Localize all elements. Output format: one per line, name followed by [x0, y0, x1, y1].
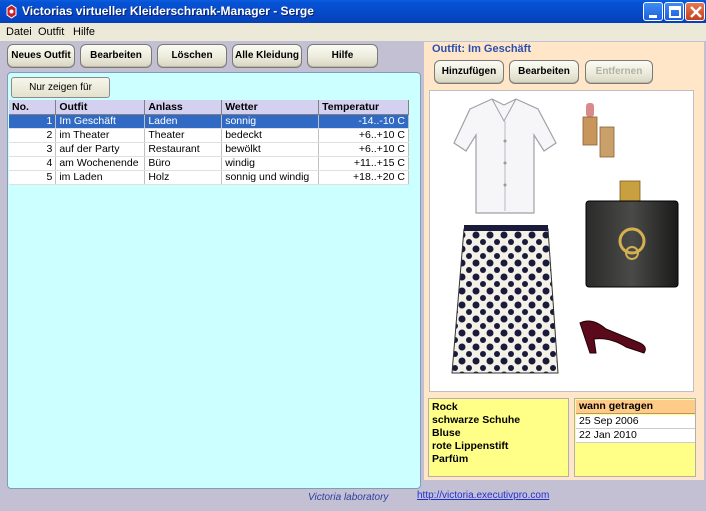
blouse-image	[453, 98, 557, 214]
table-row[interactable]: 1 Im Geschäft Laden sonnig -14..-10 C	[9, 114, 409, 129]
minimize-button[interactable]	[643, 2, 663, 21]
outfit-image	[429, 90, 694, 392]
add-item-button[interactable]: Hinzufügen	[434, 60, 504, 84]
close-icon	[690, 6, 702, 18]
cell-weather: sonnig	[221, 114, 320, 129]
column-header-no[interactable]: No.	[9, 100, 57, 115]
cell-occasion: Restaurant	[144, 142, 223, 157]
cell-outfit: im Laden	[55, 170, 146, 185]
delete-button[interactable]: Löschen	[157, 44, 227, 68]
cell-weather: windig	[221, 156, 320, 171]
table-row[interactable]: 3 auf der Party Restaurant bewölkt +6..+…	[9, 142, 409, 157]
menu-datei[interactable]: Datei	[6, 26, 32, 38]
list-item[interactable]: Rock	[432, 401, 458, 413]
table-row[interactable]: 5 im Laden Holz sonnig und windig +18..+…	[9, 170, 409, 185]
help-button[interactable]: Hilfe	[307, 44, 378, 68]
skirt-image	[451, 225, 559, 374]
cell-outfit: auf der Party	[55, 142, 146, 157]
edit-button[interactable]: Bearbeiten	[80, 44, 152, 68]
perfume-image	[585, 180, 679, 288]
cell-weather: bewölkt	[221, 142, 320, 157]
window-title: Victorias virtueller Kleiderschrank-Mana…	[22, 4, 314, 18]
column-header-outfit[interactable]: Outfit	[55, 100, 146, 115]
outfit-detail-title: Outfit: Im Geschäft	[432, 43, 532, 55]
cell-occasion: Holz	[144, 170, 223, 185]
cell-occasion: Büro	[144, 156, 223, 171]
cell-temperature: +18..+20 C	[318, 170, 409, 185]
cell-no: 4	[9, 156, 57, 171]
cell-no: 3	[9, 142, 57, 157]
list-item[interactable]: Parfüm	[432, 453, 468, 465]
cell-temperature: +6..+10 C	[318, 128, 409, 143]
maximize-icon	[669, 6, 681, 18]
lipstick-image	[582, 103, 615, 158]
cell-weather: bedeckt	[221, 128, 320, 143]
cell-temperature: +11..+15 C	[318, 156, 409, 171]
column-header-temperature[interactable]: Temperatur	[318, 100, 409, 115]
menu-outfit[interactable]: Outfit	[38, 26, 64, 38]
filter-button[interactable]: Nur zeigen für	[11, 77, 110, 98]
menu-hilfe[interactable]: Hilfe	[73, 26, 95, 38]
list-item[interactable]: Bluse	[432, 427, 461, 439]
close-button[interactable]	[685, 2, 705, 21]
outfit-table: No. Outfit Anlass Wetter Temperatur 1 Im…	[9, 100, 409, 185]
minimize-icon	[649, 15, 657, 18]
all-clothes-button[interactable]: Alle Kleidung	[232, 44, 302, 68]
menu-bar: Datei Outfit Hilfe	[0, 23, 706, 41]
table-header-row: No. Outfit Anlass Wetter Temperatur	[9, 100, 409, 115]
maximize-button[interactable]	[664, 2, 684, 21]
cell-temperature: +6..+10 C	[318, 142, 409, 157]
cell-no: 5	[9, 170, 57, 185]
shoe-image	[579, 320, 646, 354]
cell-occasion: Laden	[144, 114, 223, 129]
footer-url-link[interactable]: http://victoria.executivpro.com	[417, 490, 549, 501]
worn-date-row[interactable]: 22 Jan 2010	[576, 429, 695, 443]
outfit-items-list: Rock schwarze Schuhe Bluse rote Lippenst…	[428, 398, 569, 477]
worn-date-row[interactable]: 25 Sep 2006	[576, 415, 695, 429]
cell-occasion: Theater	[144, 128, 223, 143]
cell-no: 2	[9, 128, 57, 143]
table-row[interactable]: 2 im Theater Theater bedeckt +6..+10 C	[9, 128, 409, 143]
new-outfit-button[interactable]: Neues Outfit	[7, 44, 75, 68]
worn-dates-header: wann getragen	[576, 400, 695, 414]
cell-weather: sonnig und windig	[221, 170, 320, 185]
list-item[interactable]: rote Lippenstift	[432, 440, 508, 452]
list-item[interactable]: schwarze Schuhe	[432, 414, 520, 426]
cell-outfit: im Theater	[55, 128, 146, 143]
cell-temperature: -14..-10 C	[318, 114, 409, 129]
table-row[interactable]: 4 am Wochenende Büro windig +11..+15 C	[9, 156, 409, 171]
remove-item-button[interactable]: Entfernen	[585, 60, 653, 84]
cell-no: 1	[9, 114, 57, 129]
app-icon	[6, 4, 17, 19]
cell-outfit: am Wochenende	[55, 156, 146, 171]
cell-outfit: Im Geschäft	[55, 114, 146, 129]
title-bar: Victorias virtueller Kleiderschrank-Mana…	[0, 0, 706, 23]
column-header-occasion[interactable]: Anlass	[144, 100, 223, 115]
worn-dates-table: wann getragen 25 Sep 2006 22 Jan 2010	[574, 398, 696, 477]
footer-lab-label: Victoria laboratory	[308, 492, 389, 503]
edit-item-button[interactable]: Bearbeiten	[509, 60, 579, 84]
column-header-weather[interactable]: Wetter	[221, 100, 320, 115]
